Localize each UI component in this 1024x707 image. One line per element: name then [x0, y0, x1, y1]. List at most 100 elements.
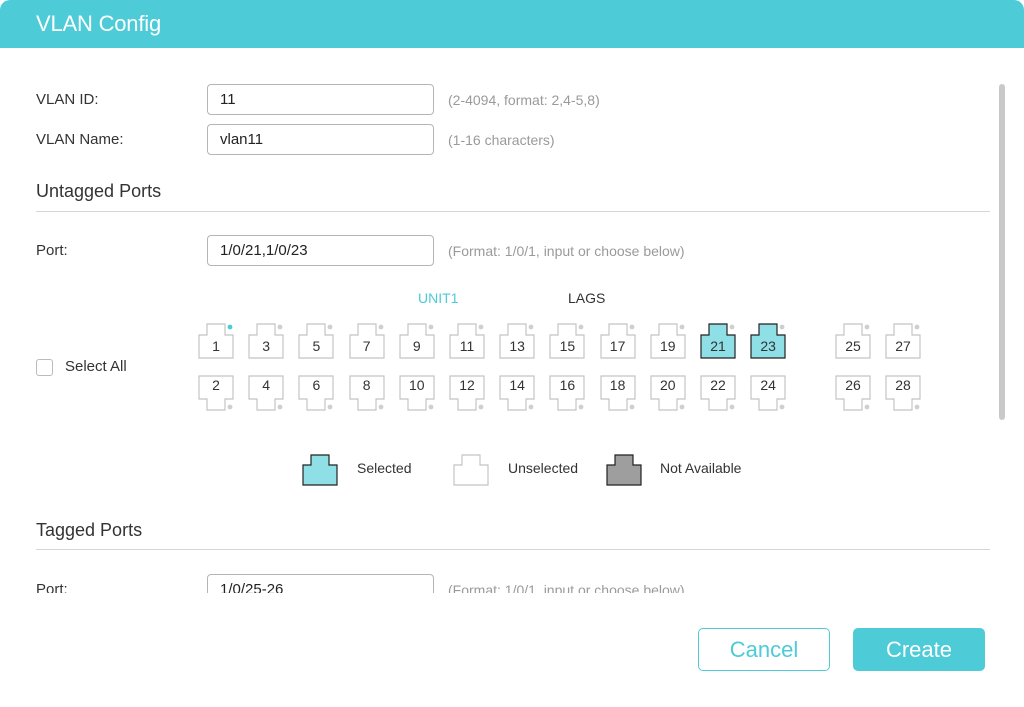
port-11[interactable]: 11: [449, 323, 485, 359]
vlan-config-dialog: VLAN Config VLAN ID: 11 (2-4094, format:…: [0, 0, 1024, 707]
port-led-icon: [478, 404, 484, 410]
port-number: 9: [412, 338, 421, 354]
untagged-port-label: Port:: [36, 242, 68, 259]
port-number: 14: [509, 377, 525, 393]
port-number: 4: [262, 377, 271, 393]
port-led-icon: [528, 324, 534, 330]
port-4[interactable]: 4: [248, 375, 284, 411]
port-led-icon: [428, 404, 434, 410]
port-number: 24: [760, 377, 776, 393]
port-number: 11: [459, 338, 475, 354]
port-number: 1: [212, 338, 220, 354]
port-number: 23: [760, 338, 776, 354]
port-number: 19: [660, 338, 676, 354]
port-led-icon: [864, 404, 870, 410]
port-16[interactable]: 16: [549, 375, 585, 411]
untagged-port-hint: (Format: 1/0/1, input or choose below): [448, 243, 685, 259]
port-number: 12: [459, 377, 475, 393]
port-number: 21: [710, 338, 726, 354]
vlan-name-label: VLAN Name:: [36, 131, 124, 148]
port-1[interactable]: 1: [198, 323, 234, 359]
legend-selected-icon: [302, 454, 338, 486]
legend-not-available-icon: [606, 454, 642, 486]
legend-unselected-label: Unselected: [508, 460, 579, 476]
create-button[interactable]: Create: [853, 628, 985, 671]
unit1-label: UNIT1: [418, 290, 459, 306]
port-number: 18: [609, 377, 626, 393]
port-led-icon: [679, 404, 685, 410]
tagged-port-hint: (Format: 1/0/1, input or choose below): [448, 582, 685, 593]
port-5[interactable]: 5: [298, 323, 334, 359]
port-18[interactable]: 18: [599, 375, 636, 411]
dialog-content: VLAN ID: 11 (2-4094, format: 2,4-5,8) VL…: [0, 48, 1024, 593]
dialog-title: VLAN Config: [36, 11, 161, 36]
dialog-titlebar: VLAN Config: [0, 0, 1024, 48]
lags-label: LAGS: [568, 290, 606, 306]
port-number: 16: [559, 377, 576, 393]
port-number: 25: [845, 338, 861, 354]
port-22[interactable]: 22: [700, 375, 736, 411]
port-led-icon: [779, 324, 785, 330]
port-led-icon: [864, 324, 870, 330]
port-12[interactable]: 12: [449, 375, 485, 411]
select-all-checkbox[interactable]: [36, 359, 53, 376]
port-number: 28: [895, 377, 911, 393]
port-21[interactable]: 21: [700, 323, 736, 359]
port-number: 3: [262, 338, 271, 354]
tagged-ports-heading: Tagged Ports: [36, 520, 143, 540]
legend-not-available-label: Not Available: [660, 460, 742, 476]
port-led-icon: [528, 404, 534, 410]
port-7[interactable]: 7: [348, 323, 385, 359]
port-led-icon: [277, 404, 283, 410]
port-number: 2: [212, 377, 220, 393]
vlan-name-input[interactable]: vlan11: [207, 124, 434, 155]
port-19[interactable]: 19: [650, 323, 686, 359]
port-28[interactable]: 28: [885, 375, 921, 411]
port-10[interactable]: 10: [399, 375, 435, 411]
port-15[interactable]: 15: [549, 323, 585, 359]
vlan-id-input[interactable]: 11: [207, 84, 434, 115]
port-13[interactable]: 13: [499, 323, 535, 359]
untagged-port-input[interactable]: 1/0/21,1/0/23: [207, 235, 434, 266]
port-14[interactable]: 14: [499, 375, 535, 411]
port-8[interactable]: 8: [348, 375, 385, 411]
port-17[interactable]: 17: [599, 323, 636, 359]
port-27[interactable]: 27: [885, 323, 921, 359]
port-led-icon: [227, 324, 233, 330]
port-25[interactable]: 25: [835, 323, 871, 359]
port-led-icon: [679, 324, 685, 330]
port-number: 13: [509, 338, 525, 354]
port-9[interactable]: 9: [399, 323, 435, 359]
port-number: 27: [895, 338, 911, 354]
tagged-port-input[interactable]: 1/0/25-26: [207, 574, 434, 593]
tagged-divider: [36, 549, 990, 550]
port-3[interactable]: 3: [248, 323, 284, 359]
port-number: 20: [660, 377, 676, 393]
legend-selected-label: Selected: [357, 460, 412, 476]
port-led-icon: [729, 404, 735, 410]
port-2[interactable]: 2: [198, 375, 234, 411]
vlan-name-hint: (1-16 characters): [448, 132, 555, 148]
port-number: 17: [609, 338, 626, 354]
port-led-icon: [779, 404, 785, 410]
vlan-id-label: VLAN ID:: [36, 91, 99, 108]
port-led-icon: [629, 324, 634, 330]
port-number: 8: [362, 377, 371, 393]
cancel-button[interactable]: Cancel: [698, 628, 830, 671]
port-number: 15: [559, 338, 576, 354]
content-scrollbar[interactable]: [999, 84, 1005, 420]
legend-unselected-icon: [453, 454, 489, 486]
select-all-label: Select All: [65, 358, 127, 375]
port-20[interactable]: 20: [650, 375, 686, 411]
port-led-icon: [277, 324, 283, 330]
port-26[interactable]: 26: [835, 375, 871, 411]
port-number: 26: [845, 377, 861, 393]
vlan-id-hint: (2-4094, format: 2,4-5,8): [448, 92, 600, 108]
port-number: 10: [409, 377, 425, 393]
port-23[interactable]: 23: [750, 323, 786, 359]
port-6[interactable]: 6: [298, 375, 334, 411]
port-24[interactable]: 24: [750, 375, 786, 411]
port-number: 22: [710, 377, 726, 393]
port-led-icon: [629, 404, 634, 410]
port-led-icon: [914, 404, 920, 410]
